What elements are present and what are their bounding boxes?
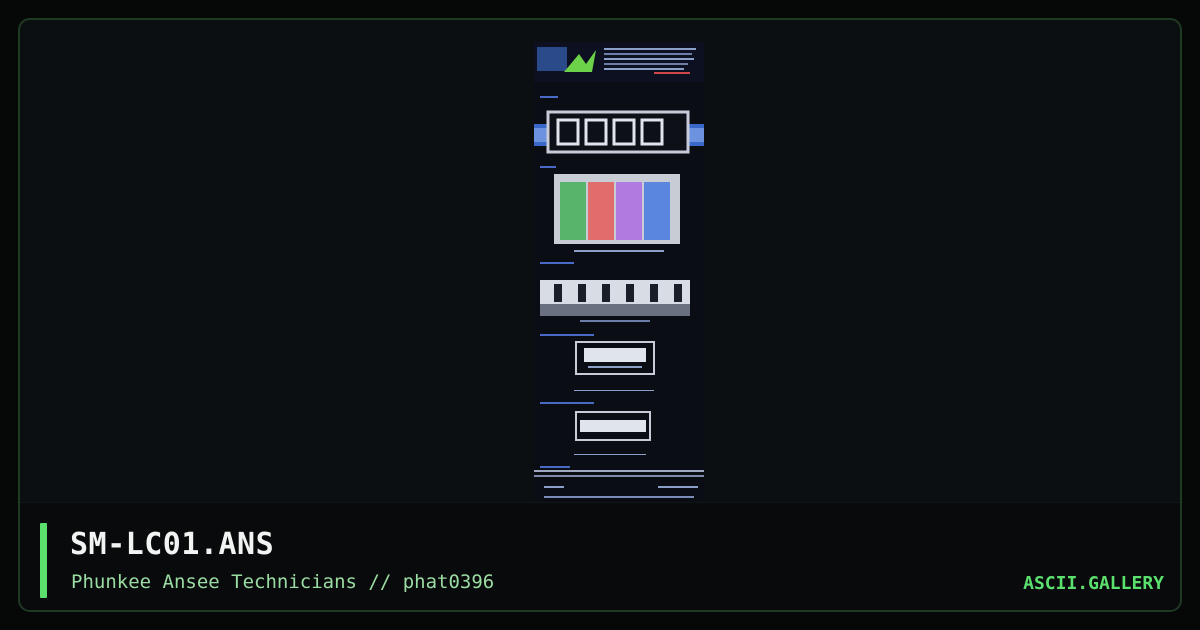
logo-letter-t [644, 182, 670, 240]
logo-letter-p [560, 182, 586, 240]
logo-letter-a [616, 182, 642, 240]
card-frame: SM-LC01.ANS Phunkee Ansee Technicians //… [18, 18, 1182, 612]
accent-bar [40, 523, 47, 598]
artwork-credits: Phunkee Ansee Technicians // phat0396 [71, 571, 495, 593]
artwork-title: SM-LC01.ANS [70, 527, 275, 562]
logo-letter-h [588, 182, 614, 240]
ansi-art-image [534, 42, 704, 510]
info-footer: SM-LC01.ANS Phunkee Ansee Technicians //… [20, 502, 1180, 610]
header-logo-block [537, 47, 567, 71]
site-brand[interactable]: ASCII.GALLERY [1023, 573, 1164, 594]
ansi-art-preview [534, 42, 704, 520]
